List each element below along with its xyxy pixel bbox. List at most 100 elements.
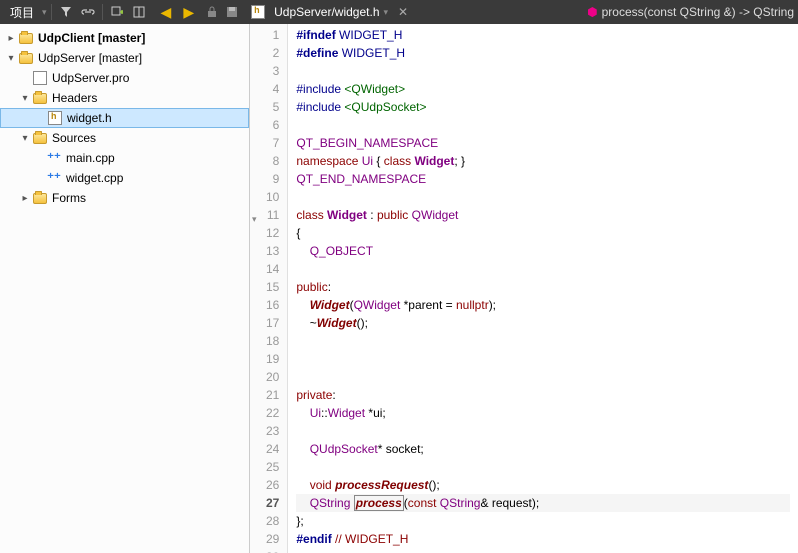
code-line[interactable]: #include <QWidget> (296, 80, 790, 98)
expand-icon[interactable]: ▸ (18, 191, 32, 205)
code-line[interactable]: QT_BEGIN_NAMESPACE (296, 134, 790, 152)
nav-back-icon[interactable]: ◀ (157, 4, 176, 21)
line-number: 26 (266, 476, 279, 494)
code-line[interactable] (296, 332, 790, 350)
code-line[interactable] (296, 260, 790, 278)
code-editor[interactable]: 12345678910▾1112131415161718192021222324… (250, 24, 798, 553)
code-line[interactable]: #include <QUdpSocket> (296, 98, 790, 116)
save-icon[interactable] (222, 2, 242, 22)
collapse-icon[interactable]: ▾ (18, 131, 32, 145)
line-number: 29 (266, 530, 279, 548)
panel-dropdown-icon[interactable]: ▾ (42, 7, 47, 18)
code-line[interactable]: ~Widget(); (296, 314, 790, 332)
line-number: 15 (266, 278, 279, 296)
breadcrumb-function[interactable]: ⬢ process(const QString &) -> QString (587, 5, 794, 19)
tree-item-main-cpp[interactable]: ⁺⁺ main.cpp (0, 148, 249, 168)
breadcrumb: UdpServer/widget.h ▾ ✕ ⬢ process(const Q… (250, 4, 794, 20)
add-icon[interactable] (107, 2, 127, 22)
code-line[interactable] (296, 368, 790, 386)
tree-label: main.cpp (66, 151, 115, 165)
filter-icon[interactable] (56, 2, 76, 22)
nav-forward-icon[interactable]: ▶ (179, 4, 198, 21)
code-line[interactable]: Ui::Widget *ui; (296, 404, 790, 422)
tree-label: UdpClient [master] (38, 31, 145, 45)
line-number: 22 (266, 404, 279, 422)
line-number: 16 (266, 296, 279, 314)
tree-item-widget-h[interactable]: widget.h (0, 108, 249, 128)
code-line[interactable] (296, 350, 790, 368)
breadcrumb-func-label: process(const QString &) -> QString (602, 5, 794, 19)
line-number: 24 (266, 440, 279, 458)
line-number: 27 (266, 494, 279, 512)
line-number: 30 (266, 548, 279, 553)
file-h-icon (47, 110, 63, 126)
folder-cpp-icon (32, 130, 48, 146)
expand-icon[interactable]: ▸ (4, 31, 18, 45)
line-number: 28 (266, 512, 279, 530)
code-line[interactable]: private: (296, 386, 790, 404)
line-number: 23 (266, 422, 279, 440)
tree-item-udpclient[interactable]: ▸ UdpClient [master] (0, 28, 249, 48)
tree-item-udpserver[interactable]: ▾ UdpServer [master] (0, 48, 249, 68)
code-line[interactable] (296, 548, 790, 553)
file-cpp-icon: ⁺⁺ (46, 150, 62, 166)
line-number: 18 (266, 332, 279, 350)
nav-arrows: ◀ ▶ (157, 4, 199, 21)
tree-item-headers[interactable]: ▾ Headers (0, 88, 249, 108)
line-number: 4 (266, 80, 279, 98)
tree-item-pro[interactable]: UdpServer.pro (0, 68, 249, 88)
line-number: 1 (266, 26, 279, 44)
line-number: 9 (266, 170, 279, 188)
code-line[interactable]: QString process(const QString& request); (296, 494, 790, 512)
toolbar-left: 项目 ▾ (4, 0, 149, 24)
line-number: 7 (266, 134, 279, 152)
line-number: 25 (266, 458, 279, 476)
code-line[interactable]: #define WIDGET_H (296, 44, 790, 62)
folder-icon (18, 30, 34, 46)
line-number: 8 (266, 152, 279, 170)
code-line[interactable] (296, 458, 790, 476)
lock-icon[interactable] (202, 2, 222, 22)
code-line[interactable] (296, 116, 790, 134)
code-line[interactable] (296, 422, 790, 440)
code-line[interactable]: Widget(QWidget *parent = nullptr); (296, 296, 790, 314)
line-number: 3 (266, 62, 279, 80)
line-gutter: 12345678910▾1112131415161718192021222324… (250, 24, 288, 553)
code-line[interactable] (296, 62, 790, 80)
close-icon[interactable]: ✕ (392, 5, 414, 19)
link-icon[interactable] (78, 2, 98, 22)
code-line[interactable]: Q_OBJECT (296, 242, 790, 260)
collapse-icon[interactable]: ▾ (18, 91, 32, 105)
tree-item-widget-cpp[interactable]: ⁺⁺ widget.cpp (0, 168, 249, 188)
fold-icon[interactable]: ▾ (252, 210, 257, 228)
tree-item-forms[interactable]: ▸ Forms (0, 188, 249, 208)
code-line[interactable]: }; (296, 512, 790, 530)
tree-item-sources[interactable]: ▾ Sources (0, 128, 249, 148)
line-number: 13 (266, 242, 279, 260)
line-number: 12 (266, 224, 279, 242)
code-line[interactable]: QUdpSocket* socket; (296, 440, 790, 458)
line-number: 20 (266, 368, 279, 386)
tree-label: UdpServer [master] (38, 51, 142, 65)
code-line[interactable]: { (296, 224, 790, 242)
code-line[interactable]: #endif // WIDGET_H (296, 530, 790, 548)
line-number: 5 (266, 98, 279, 116)
code-line[interactable]: void processRequest(); (296, 476, 790, 494)
split-icon[interactable] (129, 2, 149, 22)
folder-icon (18, 50, 34, 66)
collapse-icon[interactable]: ▾ (4, 51, 18, 65)
tree-label: Forms (52, 191, 86, 205)
code-line[interactable]: public: (296, 278, 790, 296)
code-area[interactable]: #ifndef WIDGET_H#define WIDGET_H #includ… (288, 24, 798, 553)
main-area: ▸ UdpClient [master] ▾ UdpServer [master… (0, 24, 798, 553)
chevron-down-icon[interactable]: ▾ (384, 7, 389, 18)
line-number: 19 (266, 350, 279, 368)
code-line[interactable]: namespace Ui { class Widget; } (296, 152, 790, 170)
breadcrumb-file[interactable]: UdpServer/widget.h ▾ (250, 4, 388, 20)
code-line[interactable] (296, 188, 790, 206)
code-line[interactable]: QT_END_NAMESPACE (296, 170, 790, 188)
code-line[interactable]: class Widget : public QWidget (296, 206, 790, 224)
line-number: ▾11 (266, 206, 279, 224)
tree-label: widget.h (67, 111, 112, 125)
code-line[interactable]: #ifndef WIDGET_H (296, 26, 790, 44)
